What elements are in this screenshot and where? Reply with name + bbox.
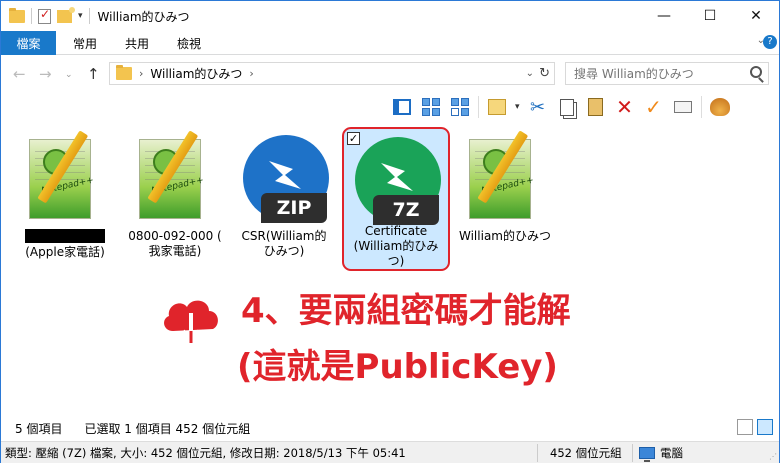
- paste-button[interactable]: [585, 96, 607, 118]
- file-name: CSR(William的 ひみつ): [241, 229, 327, 258]
- properties-icon[interactable]: [38, 7, 51, 24]
- large-icons-button[interactable]: [420, 96, 442, 118]
- paste-icon: [588, 98, 604, 116]
- annotation-line-1: 4、要兩組密碼才能解: [241, 291, 571, 331]
- file-item[interactable]: Notepad++ (Apple家電話): [11, 127, 119, 271]
- divider: [88, 8, 90, 24]
- computer-icon: [639, 446, 655, 462]
- file-item-selected[interactable]: ✓ 7Z Certificate (William的ひみ つ): [342, 127, 450, 271]
- resize-grip-icon[interactable]: ⋰: [769, 452, 777, 461]
- address-dropdown-icon[interactable]: ⌄: [526, 68, 534, 79]
- file-name: William的ひみつ: [459, 229, 551, 243]
- file-name: Certificate (William的ひみ つ): [353, 224, 439, 268]
- status-bar: 5 個項目 已選取 1 個項目 452 個位元組: [1, 417, 779, 439]
- title-bar: ▾ William的ひみつ — ☐ ✕: [1, 1, 779, 31]
- tab-share[interactable]: 共用: [115, 31, 159, 55]
- location-label: 電腦: [660, 445, 683, 460]
- forward-button[interactable]: →: [39, 65, 52, 83]
- selection-info: 已選取 1 個項目 452 個位元組: [84, 421, 251, 436]
- breadcrumb-separator[interactable]: ›: [249, 67, 253, 80]
- maximize-button[interactable]: ☐: [687, 1, 733, 31]
- breadcrumb-separator[interactable]: ›: [139, 67, 143, 80]
- folder-icon: [116, 65, 132, 80]
- select-all-button[interactable]: [486, 96, 508, 118]
- select-all-icon: [488, 99, 506, 115]
- file-item[interactable]: Notepad++ 0800-092-000 ( 我家電話): [121, 127, 229, 271]
- file-name: 0800-092-000 ( 我家電話): [128, 229, 222, 258]
- ribbon-tabs: 檔案 常用 共用 檢視 ⌄ ?: [1, 31, 779, 55]
- shell-button[interactable]: [709, 96, 731, 118]
- search-box[interactable]: [565, 62, 769, 85]
- preview-pane-icon: [393, 99, 411, 115]
- search-icon[interactable]: [750, 66, 762, 78]
- breadcrumb-item[interactable]: William的ひみつ: [150, 65, 242, 82]
- divider: [700, 96, 702, 118]
- copy-icon: [559, 98, 574, 116]
- view-toggle: [737, 419, 773, 435]
- address-row: ← → ⌄ ↑ › William的ひみつ › ⌄ ↻: [1, 61, 779, 87]
- tab-home[interactable]: 常用: [61, 31, 109, 55]
- folder-icon[interactable]: [9, 7, 25, 23]
- window-title: William的ひみつ: [97, 9, 190, 24]
- medium-icons-button[interactable]: [449, 96, 471, 118]
- recent-locations-button[interactable]: ⌄: [65, 70, 73, 80]
- zip-archive-icon: ZIP: [239, 135, 329, 225]
- refresh-icon[interactable]: ↻: [539, 66, 550, 81]
- search-input[interactable]: [574, 66, 744, 81]
- back-button[interactable]: ←: [13, 65, 26, 83]
- cloud-download-icon: [164, 300, 218, 343]
- minimize-button[interactable]: —: [641, 1, 687, 31]
- delete-button[interactable]: ✕: [614, 95, 636, 119]
- close-button[interactable]: ✕: [733, 1, 779, 31]
- annotation-overlay: 4、要兩組密碼才能解 (這就是PublicKey): [151, 283, 671, 389]
- delete-icon: ✕: [616, 95, 633, 119]
- annotation-line-2: (這就是PublicKey): [237, 347, 558, 387]
- help-icon[interactable]: ?: [763, 35, 777, 49]
- archive-type-label: ZIP: [261, 193, 327, 223]
- details-view-button[interactable]: [737, 419, 753, 435]
- shell-icon: [709, 98, 730, 116]
- explorer-window: ▾ William的ひみつ — ☐ ✕ 檔案 常用 共用 檢視 ⌄ ? ← → …: [0, 0, 780, 463]
- notepad-plus-plus-icon: Notepad++: [23, 130, 107, 225]
- cut-icon: ✂: [529, 96, 546, 118]
- file-name: (Apple家電話): [25, 245, 105, 259]
- up-button[interactable]: ↑: [87, 65, 100, 83]
- customize-toolbar-icon[interactable]: ▾: [78, 11, 83, 21]
- file-item[interactable]: Notepad++ William的ひみつ: [451, 127, 559, 271]
- medium-icons-view-icon: [451, 98, 469, 116]
- quick-access-toolbar: ▾: [1, 1, 90, 31]
- rename-button[interactable]: ✓: [643, 95, 665, 119]
- copy-button[interactable]: [556, 96, 578, 118]
- archive-type-label: 7Z: [373, 195, 439, 225]
- file-size: 452 個位元組: [550, 445, 622, 460]
- file-item[interactable]: ZIP CSR(William的 ひみつ): [230, 127, 338, 271]
- 7z-archive-icon: 7Z: [351, 137, 441, 225]
- command-toolbar: ▾ ✂ ✕ ✓: [391, 93, 731, 121]
- select-dropdown-icon[interactable]: ▾: [515, 102, 520, 112]
- notepad-plus-plus-icon: Notepad++: [133, 130, 217, 225]
- file-list: Notepad++ (Apple家電話) Notepad++ 0800-092-…: [1, 125, 779, 285]
- item-count: 5 個項目: [15, 421, 63, 436]
- notepad-plus-plus-icon: Notepad++: [463, 130, 547, 225]
- large-icons-view-icon: [422, 98, 440, 116]
- new-folder-icon[interactable]: [57, 6, 75, 23]
- file-details: 類型: 壓縮 (7Z) 檔案, 大小: 452 個位元組, 修改日期: 2018…: [5, 445, 406, 460]
- divider: [478, 96, 479, 118]
- rename-icon: ✓: [645, 95, 662, 119]
- tab-view[interactable]: 檢視: [167, 31, 211, 55]
- properties-button[interactable]: [672, 96, 694, 118]
- tab-file[interactable]: 檔案: [1, 31, 56, 55]
- properties-icon: [673, 101, 692, 113]
- address-bar[interactable]: › William的ひみつ › ⌄ ↻: [109, 62, 555, 85]
- preview-pane-button[interactable]: [391, 96, 413, 118]
- location-indicator: 電腦: [633, 445, 683, 462]
- cut-button[interactable]: ✂: [527, 96, 549, 118]
- divider: [31, 8, 32, 24]
- window-controls: — ☐ ✕: [641, 1, 779, 31]
- details-bar: 類型: 壓縮 (7Z) 檔案, 大小: 452 個位元組, 修改日期: 2018…: [1, 441, 779, 463]
- redacted-filename: [25, 229, 105, 243]
- large-icons-view-button[interactable]: [757, 419, 773, 435]
